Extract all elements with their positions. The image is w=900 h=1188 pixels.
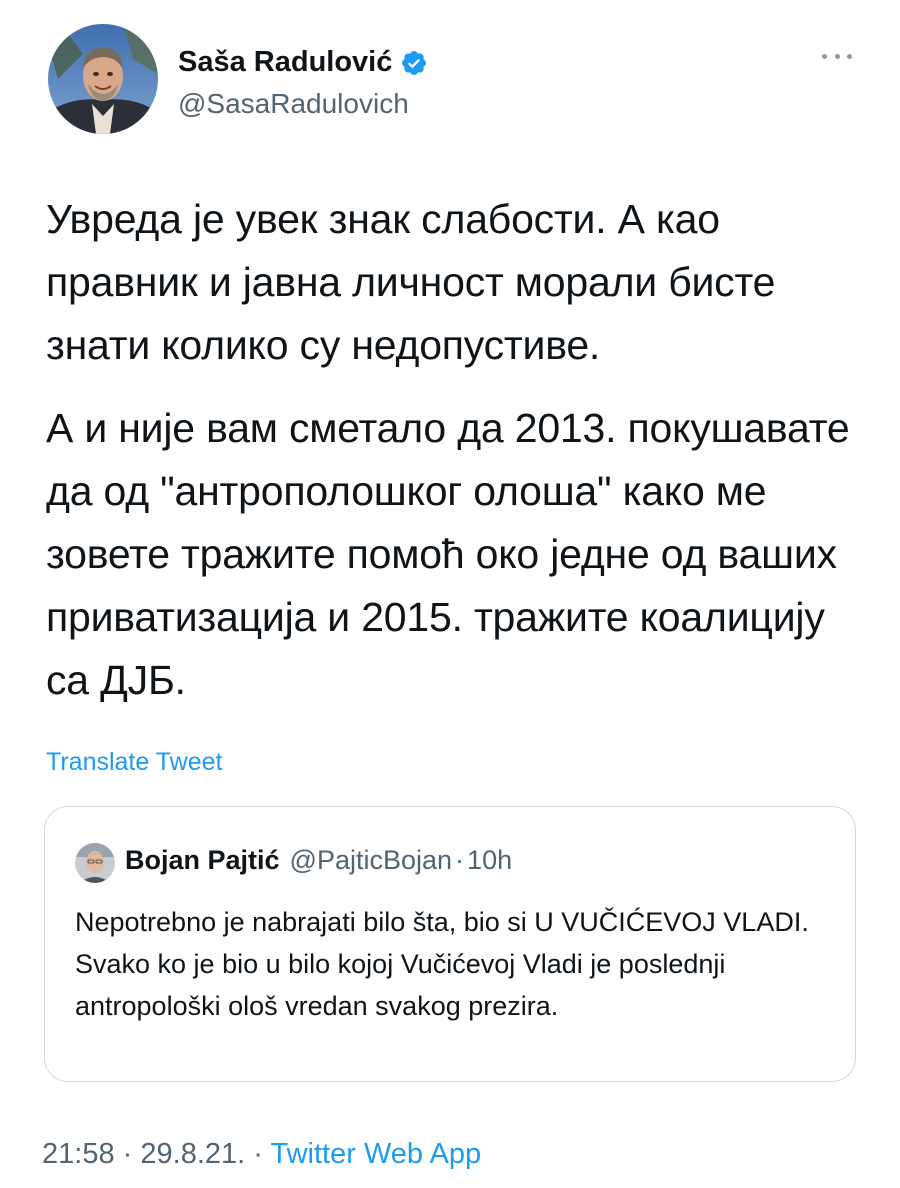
tweet-source-link[interactable]: Twitter Web App: [270, 1138, 481, 1170]
tweet-paragraph: А и није вам сметало да 2013. покушавате…: [46, 405, 850, 703]
translate-tweet-link[interactable]: Translate Tweet: [46, 748, 222, 777]
author-photo: [48, 24, 158, 134]
separator-dot: ·: [122, 1138, 133, 1170]
tweet-date[interactable]: 29.8.21.: [140, 1138, 245, 1170]
tweet-card: Saša Radulović @SasaRadulovich Увреда је…: [0, 0, 900, 1188]
tweet-text: Увреда је увек знак слабости. А као прав…: [46, 188, 866, 732]
quoted-author-name[interactable]: Bojan Pajtić: [125, 845, 280, 876]
separator-dot: ·: [253, 1138, 263, 1170]
quoted-tweet-time[interactable]: 10h: [467, 845, 512, 876]
separator-dot: ·: [455, 845, 465, 875]
quoted-author-avatar: [75, 843, 115, 883]
quoted-tweet[interactable]: Bojan Pajtić @PajticBojan · 10h Nepotreb…: [44, 806, 856, 1082]
quoted-header: Bojan Pajtić @PajticBojan · 10h: [125, 845, 512, 876]
quoted-author-handle[interactable]: @PajticBojan: [290, 845, 453, 876]
author-name-row[interactable]: Saša Radulović: [178, 46, 428, 79]
quoted-author-photo: [75, 843, 115, 883]
tweet-metadata: 21:58 · 29.8.21. · Twitter Web App: [42, 1138, 481, 1171]
author-name[interactable]: Saša Radulović: [178, 46, 392, 79]
quoted-tweet-text: Nepotrebno je nabrajati bilo šta, bio si…: [75, 907, 809, 1021]
verified-badge-icon: [400, 49, 428, 77]
more-horizontal-icon[interactable]: [822, 46, 852, 66]
author-avatar[interactable]: [48, 24, 158, 134]
tweet-paragraph: Увреда је увек знак слабости. А као прав…: [46, 196, 776, 368]
author-handle[interactable]: @SasaRadulovich: [178, 88, 409, 120]
tweet-time[interactable]: 21:58: [42, 1138, 115, 1170]
